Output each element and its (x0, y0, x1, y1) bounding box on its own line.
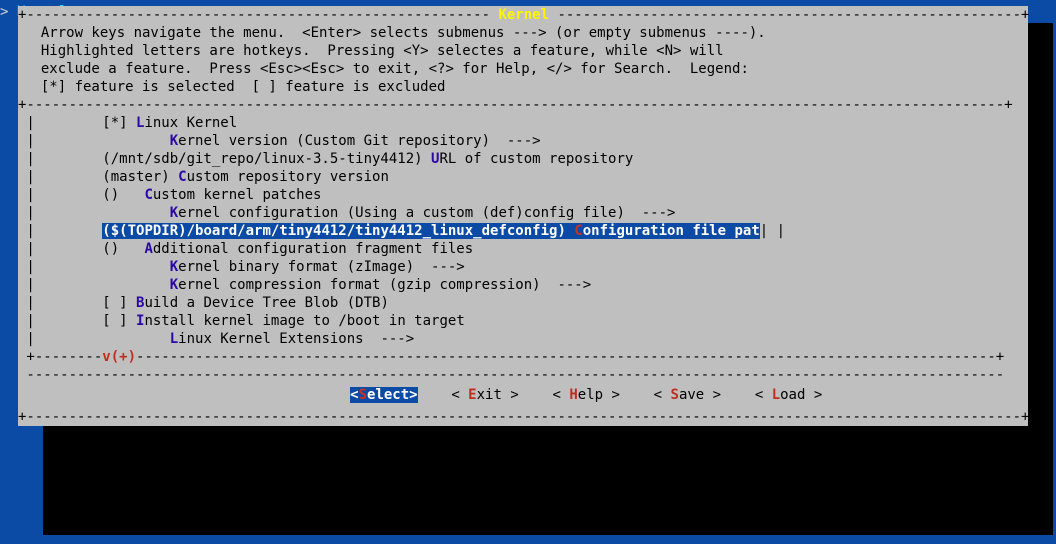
kconfig-dialog: +---------------------------------------… (18, 6, 1028, 426)
menu-item[interactable]: | [ ] Install kernel image to /boot in t… (18, 312, 1028, 330)
help-text: Arrow keys navigate the menu. <Enter> se… (18, 24, 1028, 96)
menu-item[interactable]: | Kernel configuration (Using a custom (… (18, 204, 1028, 222)
menu-list[interactable]: | [*] Linux Kernel | Kernel version (Cus… (18, 114, 1028, 366)
menu-item[interactable]: | (master) Custom repository version (18, 168, 1028, 186)
button-select[interactable]: <Select> (350, 387, 417, 403)
menu-item[interactable]: | () Additional configuration fragment f… (18, 240, 1028, 258)
button-save[interactable]: < Save > (654, 387, 721, 403)
button-exit[interactable]: < Exit > (451, 387, 518, 403)
button-load[interactable]: < Load > (755, 387, 822, 403)
menu-item[interactable]: | [*] Linux Kernel (18, 114, 1028, 132)
menu-item[interactable]: | Kernel version (Custom Git repository)… (18, 132, 1028, 150)
menu-item[interactable]: | Linux Kernel Extensions ---> (18, 330, 1028, 348)
menu-item[interactable]: | Kernel binary format (zImage) ---> (18, 258, 1028, 276)
button-help[interactable]: < Help > (552, 387, 619, 403)
menu-item[interactable]: | [ ] Build a Device Tree Blob (DTB) (18, 294, 1028, 312)
button-bar: <Select> < Exit > < Help > < Save > < Lo… (18, 384, 1028, 408)
menu-item[interactable]: | Kernel compression format (gzip compre… (18, 276, 1028, 294)
menu-item[interactable]: | () Custom kernel patches (18, 186, 1028, 204)
separator: ----------------------------------------… (18, 366, 1028, 384)
box-bottom-border: +---------------------------------------… (18, 408, 1028, 426)
menu-item[interactable]: | (/mnt/sdb/git_repo/linux-3.5-tiny4412)… (18, 150, 1028, 168)
menu-item[interactable]: | ($(TOPDIR)/board/arm/tiny4412/tiny4412… (18, 222, 1028, 240)
inner-top-border: +---------------------------------------… (18, 96, 1028, 114)
more-indicator: +--------v(+)---------------------------… (18, 348, 1028, 366)
box-top-border: +---------------------------------------… (18, 6, 1028, 24)
